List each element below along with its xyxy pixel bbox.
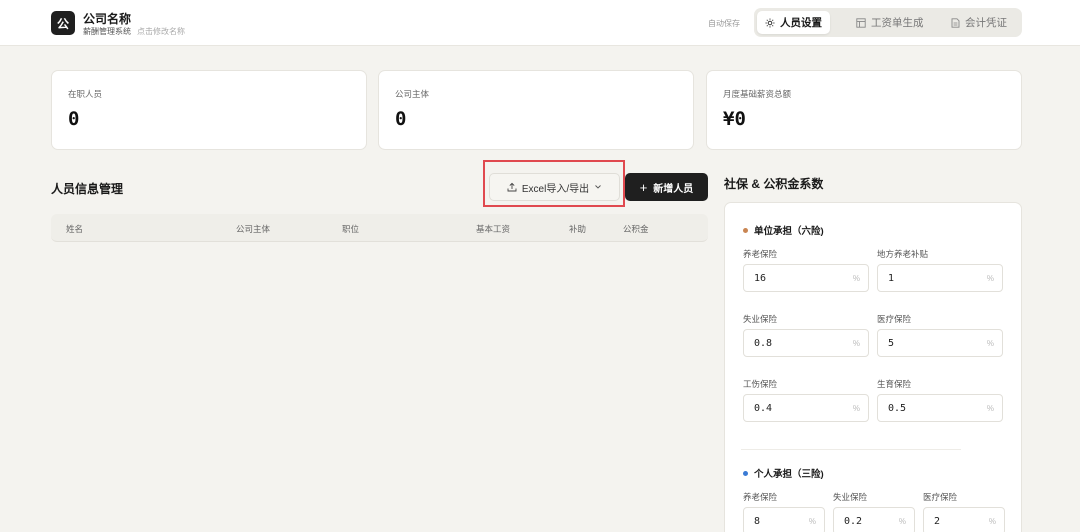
percent-unit: % — [986, 339, 994, 348]
percent-unit: % — [988, 517, 996, 526]
column-header-entity[interactable]: 公司主体 — [236, 223, 270, 235]
status-dot — [743, 470, 748, 476]
field-label: 工伤保险 — [743, 379, 778, 389]
tab-payroll-generation[interactable]: 工资单生成 — [848, 11, 932, 34]
local-pension-subsidy-input[interactable]: 1 % — [877, 264, 1003, 292]
stat-label: 月度基础薪资总额 — [723, 89, 792, 99]
plus-icon: + — [639, 179, 648, 195]
stat-value: 0 — [68, 108, 80, 130]
field-label: 医疗保险 — [923, 492, 958, 502]
rename-hint: 点击修改名称 — [137, 27, 185, 36]
company-group-title: 单位承担（六险) — [743, 223, 824, 237]
status-dot — [743, 227, 748, 233]
field-value: 1 — [888, 273, 895, 284]
medical-personal-input[interactable]: 2 % — [923, 507, 1005, 532]
pension-personal-input[interactable]: 8 % — [743, 507, 825, 532]
field-label: 地方养老补贴 — [877, 249, 929, 259]
highlight-box — [483, 160, 625, 207]
company-logo: 公 — [51, 11, 75, 35]
tab-staff-settings[interactable]: 人员设置 — [757, 11, 830, 34]
divider — [741, 449, 961, 450]
percent-unit: % — [852, 339, 860, 348]
field-value: 0.4 — [754, 403, 773, 414]
tab-label: 工资单生成 — [871, 17, 924, 29]
percent-unit: % — [898, 517, 906, 526]
document-icon — [951, 17, 960, 28]
column-header-base-salary[interactable]: 基本工资 — [476, 223, 510, 235]
field-value: 5 — [888, 338, 895, 349]
field-value: 16 — [754, 273, 767, 284]
field-label: 失业保险 — [833, 492, 868, 502]
group-title-label: 个人承担（三险) — [754, 469, 824, 480]
stat-card-company-entities: 公司主体 0 — [378, 70, 694, 150]
percent-unit: % — [808, 517, 816, 526]
unemployment-company-input[interactable]: 0.8 % — [743, 329, 869, 357]
tab-label: 人员设置 — [780, 17, 822, 29]
staff-table-header: 姓名 公司主体 职位 基本工资 补助 公积金 — [51, 214, 708, 242]
unemployment-personal-input[interactable]: 0.2 % — [833, 507, 915, 532]
medical-company-input[interactable]: 5 % — [877, 329, 1003, 357]
tab-label: 会计凭证 — [965, 17, 1007, 29]
add-button-label: 新增人员 — [653, 183, 694, 195]
personal-group-title: 个人承担（三险) — [743, 466, 824, 480]
stat-value: 0 — [395, 108, 407, 130]
percent-unit: % — [852, 404, 860, 413]
maternity-input[interactable]: 0.5 % — [877, 394, 1003, 422]
field-value: 8 — [754, 516, 761, 527]
field-value: 2 — [934, 516, 941, 527]
work-injury-input[interactable]: 0.4 % — [743, 394, 869, 422]
field-value: 0.8 — [754, 338, 773, 349]
column-header-name[interactable]: 姓名 — [66, 223, 83, 235]
percent-unit: % — [852, 274, 860, 283]
field-value: 0.2 — [844, 516, 863, 527]
field-value: 0.5 — [888, 403, 907, 414]
insurance-section-title: 社保 & 公积金系数 — [724, 177, 824, 191]
top-bar: 公 公司名称 薪酬管理系统 点击修改名称 自动保存 人员设置 工资单生成 会计凭… — [0, 0, 1080, 46]
add-staff-button[interactable]: + 新增人员 — [625, 173, 708, 201]
tab-accounting-voucher[interactable]: 会计凭证 — [943, 11, 1015, 34]
table-icon — [856, 17, 866, 28]
stat-card-monthly-salary-total: 月度基础薪资总额 ¥0 — [706, 70, 1022, 150]
percent-unit: % — [986, 274, 994, 283]
pension-company-input[interactable]: 16 % — [743, 264, 869, 292]
stat-value: ¥0 — [723, 108, 746, 130]
field-label: 养老保险 — [743, 492, 778, 502]
group-title-label: 单位承担（六险) — [754, 226, 824, 237]
field-label: 生育保险 — [877, 379, 912, 389]
staff-section-title: 人员信息管理 — [51, 182, 124, 196]
field-label: 医疗保险 — [877, 314, 912, 324]
column-header-housing-fund[interactable]: 公积金 — [623, 223, 649, 235]
insurance-panel: 单位承担（六险) 养老保险 16 % 地方养老补贴 1 % 失业保险 0.8 %… — [724, 202, 1022, 532]
autosave-status: 自动保存 — [708, 19, 740, 28]
main-tabs: 人员设置 工资单生成 会计凭证 — [754, 8, 1022, 37]
stat-label: 在职人员 — [68, 89, 103, 99]
stat-label: 公司主体 — [395, 89, 430, 99]
column-header-allowance[interactable]: 补助 — [569, 223, 586, 235]
percent-unit: % — [986, 404, 994, 413]
sun-gear-icon — [765, 18, 775, 28]
system-name: 薪酬管理系统 — [83, 27, 131, 36]
column-header-position[interactable]: 职位 — [342, 223, 359, 235]
field-label: 失业保险 — [743, 314, 778, 324]
company-name[interactable]: 公司名称 — [83, 10, 131, 27]
field-label: 养老保险 — [743, 249, 778, 259]
stat-card-active-staff: 在职人员 0 — [51, 70, 367, 150]
